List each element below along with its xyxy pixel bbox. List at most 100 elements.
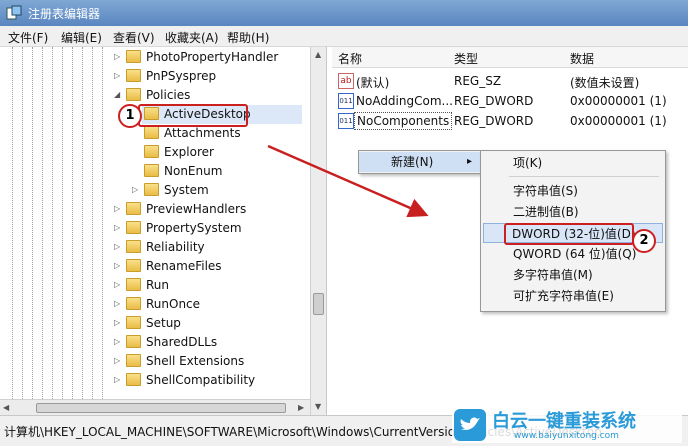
folder-icon (126, 354, 141, 367)
expand-arrow-icon[interactable]: ▷ (114, 357, 121, 365)
tree-item[interactable]: ▷ System (130, 181, 300, 200)
menu-favorites[interactable]: 收藏夹(A) (165, 29, 219, 46)
submenu-item-binary[interactable]: 二进制值(B) (481, 202, 665, 222)
folder-icon (144, 145, 159, 158)
expand-arrow-icon[interactable]: ▷ (114, 243, 121, 251)
tree-item-label: ShellCompatibility (146, 373, 256, 387)
title-bar: 注册表编辑器 (0, 0, 688, 26)
tree-guide-line (32, 47, 33, 399)
column-name-header[interactable]: 名称 (338, 50, 362, 67)
value-data: (数值未设置) (570, 76, 640, 90)
value-row[interactable]: ab (默认) REG_SZ (数值未设置) (332, 71, 688, 91)
expand-arrow-icon[interactable]: ▷ (114, 319, 121, 327)
expand-arrow-icon[interactable]: ▷ (132, 186, 139, 194)
tree-item[interactable]: NonEnum (142, 162, 302, 181)
tree-item-label: NonEnum (164, 164, 223, 178)
tree-item-label: Explorer (164, 145, 214, 159)
tree-item[interactable]: ▷ SharedDLLs (112, 333, 308, 352)
expand-arrow-icon[interactable]: ▷ (114, 262, 121, 270)
folder-open-icon (126, 88, 141, 101)
tree-item[interactable]: Explorer (142, 143, 302, 162)
value-data: 0x00000001 (1) (570, 94, 667, 108)
expand-arrow-icon[interactable]: ▷ (114, 205, 121, 213)
submenu-item-multistring[interactable]: 多字符串值(M) (481, 265, 665, 285)
menu-item-new-label: 新建(N) (391, 155, 434, 169)
folder-icon (126, 297, 141, 310)
column-data-header[interactable]: 数据 (570, 50, 594, 67)
folder-icon (126, 221, 141, 234)
submenu-item-label: 项(K) (513, 156, 543, 170)
tree-item[interactable]: ▷ RunOnce (112, 295, 308, 314)
expand-arrow-icon[interactable]: ▷ (114, 72, 121, 80)
tree-vertical-scrollbar[interactable]: ▲ ▼ (310, 47, 326, 415)
watermark-url: www.baiyunxitong.com (514, 431, 619, 441)
value-type: REG_DWORD (454, 94, 534, 108)
tree-item-label: Setup (146, 316, 181, 330)
registry-tree-pane[interactable]: ▷ PhotoPropertyHandler ▷ PnPSysprep ◢ Po… (0, 47, 327, 415)
value-name: NoComponents (354, 112, 453, 130)
tree-item[interactable]: ◢ Policies (112, 86, 312, 105)
tree-item[interactable]: ▷ Reliability (112, 238, 308, 257)
tree-item-label: PropertySystem (146, 221, 242, 235)
window-title: 注册表编辑器 (28, 7, 101, 21)
tree-item-label: RenameFiles (146, 259, 222, 273)
expand-arrow-icon[interactable]: ▷ (114, 53, 121, 61)
tree-item[interactable]: ▷ PropertySystem (112, 219, 308, 238)
expand-arrow-icon[interactable]: ▷ (114, 281, 121, 289)
folder-icon (144, 183, 159, 196)
tree-item[interactable]: ▷ ShellCompatibility (112, 371, 308, 390)
tree-item[interactable]: ▷ Shell Extensions (112, 352, 308, 371)
tree-item[interactable]: ▷ Run (112, 276, 308, 295)
value-row[interactable]: 011 NoComponents REG_DWORD 0x00000001 (1… (332, 111, 688, 131)
scroll-down-icon[interactable]: ▼ (315, 402, 321, 411)
tree-guide-line (52, 47, 53, 399)
expand-arrow-icon[interactable]: ▷ (114, 224, 121, 232)
submenu-item-key[interactable]: 项(K) (481, 153, 665, 173)
scroll-up-icon[interactable]: ▲ (315, 50, 321, 59)
watermark: 白云一键重装系统 www.baiyunxitong.com (452, 407, 682, 443)
value-type: REG_SZ (454, 74, 502, 88)
collapse-arrow-icon[interactable]: ◢ (114, 91, 121, 99)
expand-arrow-icon[interactable]: ▷ (114, 300, 121, 308)
folder-icon (126, 373, 141, 386)
folder-icon (126, 278, 141, 291)
tree-item[interactable]: ▷ PnPSysprep (112, 67, 312, 86)
scrollbar-thumb[interactable] (36, 403, 286, 413)
tree-item[interactable]: ▷ PhotoPropertyHandler (112, 48, 312, 67)
folder-icon (126, 259, 141, 272)
tree-item[interactable]: ▷ PreviewHandlers (112, 200, 308, 219)
column-type-header[interactable]: 类型 (454, 50, 478, 67)
expand-arrow-icon[interactable]: ▷ (114, 338, 121, 346)
tree-guide-line (42, 47, 43, 399)
tree-item[interactable]: ▷ Setup (112, 314, 308, 333)
step-2-badge: 2 (632, 229, 656, 253)
menu-file[interactable]: 文件(F) (8, 29, 48, 46)
folder-icon (126, 240, 141, 253)
menu-edit[interactable]: 编辑(E) (61, 29, 102, 46)
submenu-item-label: 可扩充字符串值(E) (513, 289, 614, 303)
expand-arrow-icon[interactable]: ▷ (114, 376, 121, 384)
submenu-item-label: 二进制值(B) (513, 205, 579, 219)
highlight-box-activedesktop (138, 104, 248, 127)
value-name: NoAddingCom... (356, 94, 453, 108)
submenu-item-label: 字符串值(S) (513, 184, 578, 198)
step-1-badge: 1 (118, 104, 142, 128)
highlight-box-dword (504, 223, 634, 245)
tree-item[interactable]: ▷ RenameFiles (112, 257, 308, 276)
tree-horizontal-scrollbar[interactable]: ◀ ▶ (0, 399, 310, 415)
value-row[interactable]: 011 NoAddingCom... REG_DWORD 0x00000001 … (332, 91, 688, 111)
submenu-item-expandstring[interactable]: 可扩充字符串值(E) (481, 286, 665, 306)
tree-item-label: Shell Extensions (146, 354, 245, 368)
tree-guide-line (12, 47, 13, 399)
menu-help[interactable]: 帮助(H) (227, 29, 269, 46)
menu-item-new[interactable]: 新建(N) ▸ (359, 152, 481, 172)
scroll-right-icon[interactable]: ▶ (298, 403, 304, 412)
menu-view[interactable]: 查看(V) (113, 29, 155, 46)
binary-value-icon: 011 (338, 113, 354, 129)
scrollbar-thumb[interactable] (313, 293, 324, 315)
tree-guide-line (82, 47, 83, 399)
scroll-left-icon[interactable]: ◀ (3, 403, 9, 412)
submenu-item-label: 多字符串值(M) (513, 268, 593, 282)
submenu-item-string[interactable]: 字符串值(S) (481, 181, 665, 201)
tree-item-label: SharedDLLs (146, 335, 218, 349)
